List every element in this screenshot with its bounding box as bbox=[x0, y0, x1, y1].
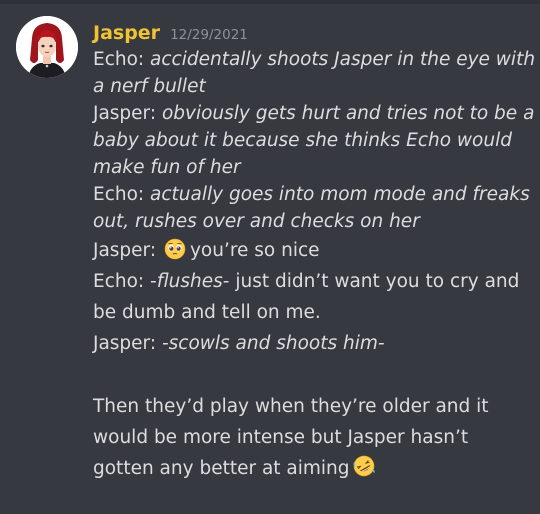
message-body: Echo: accidentally shoots Jasper in the … bbox=[93, 46, 536, 484]
message-line: out, rushes over and checks on her bbox=[93, 208, 533, 235]
message-header: Jasper 12/29/2021 bbox=[93, 18, 248, 48]
message-line: Then they’d play when they’re older and … bbox=[93, 391, 533, 422]
action-text: a nerf bullet bbox=[93, 76, 206, 97]
action-text: make fun of her bbox=[93, 157, 241, 178]
action-text: actually goes into mom mode and freaks bbox=[150, 184, 530, 205]
plain-text: would be more intense but Jasper hasn’t bbox=[93, 427, 469, 448]
speaker-label: Jasper: bbox=[93, 240, 162, 261]
avatar[interactable] bbox=[16, 16, 78, 78]
speaker-label: Echo: bbox=[93, 49, 151, 70]
plain-text: gotten any better at aiming bbox=[93, 458, 350, 479]
action-text: baby about it because she thinks Echo wo… bbox=[93, 130, 512, 151]
speaker-label: Jasper: bbox=[93, 333, 162, 354]
speaker-label: Echo: bbox=[93, 184, 151, 205]
message-line: Echo: actually goes into mom mode and fr… bbox=[93, 181, 533, 208]
action-text: accidentally shoots Jasper in the eye wi… bbox=[150, 49, 536, 70]
message-line: would be more intense but Jasper hasn’t bbox=[93, 422, 533, 453]
message-line: baby about it because she thinks Echo wo… bbox=[93, 127, 533, 154]
plain-text: Then they’d play when they’re older and … bbox=[93, 396, 489, 417]
action-text: out, rushes over and checks on her bbox=[93, 211, 420, 232]
message-line: Jasper: -scowls and shoots him- bbox=[93, 328, 533, 359]
pleading-face-emoji[interactable] bbox=[164, 238, 186, 260]
action-text: -scowls and shoots him- bbox=[161, 333, 385, 354]
chat-message: Jasper 12/29/2021 Echo: accidentally shoo… bbox=[0, 0, 540, 514]
speaker-label: Jasper: bbox=[93, 103, 162, 124]
speaker-label: Echo: bbox=[93, 271, 151, 292]
plain-text: be dumb and tell on me. bbox=[93, 302, 321, 323]
plain-text: - just didn’t want you to cry and bbox=[222, 271, 520, 292]
message-line: Jasper: you’re so nice bbox=[93, 235, 533, 266]
timestamp: 12/29/2021 bbox=[170, 27, 248, 43]
action-text: flushes bbox=[156, 271, 223, 292]
message-line: be dumb and tell on me. bbox=[93, 297, 533, 328]
rolling-on-floor-laughing-emoji[interactable] bbox=[352, 454, 376, 478]
message-line: make fun of her bbox=[93, 154, 533, 181]
message-line: Echo: -flushes- just didn’t want you to … bbox=[93, 266, 533, 297]
username[interactable]: Jasper bbox=[93, 22, 160, 44]
message-line: a nerf bullet bbox=[93, 73, 533, 100]
message-line: Jasper: obviously gets hurt and tries no… bbox=[93, 100, 535, 127]
action-text: obviously gets hurt and tries not to be … bbox=[161, 103, 535, 124]
message-line: Echo: accidentally shoots Jasper in the … bbox=[93, 46, 536, 73]
plain-text: - bbox=[150, 271, 157, 292]
plain-text: you’re so nice bbox=[189, 240, 320, 261]
message-line: gotten any better at aiming bbox=[93, 453, 533, 484]
